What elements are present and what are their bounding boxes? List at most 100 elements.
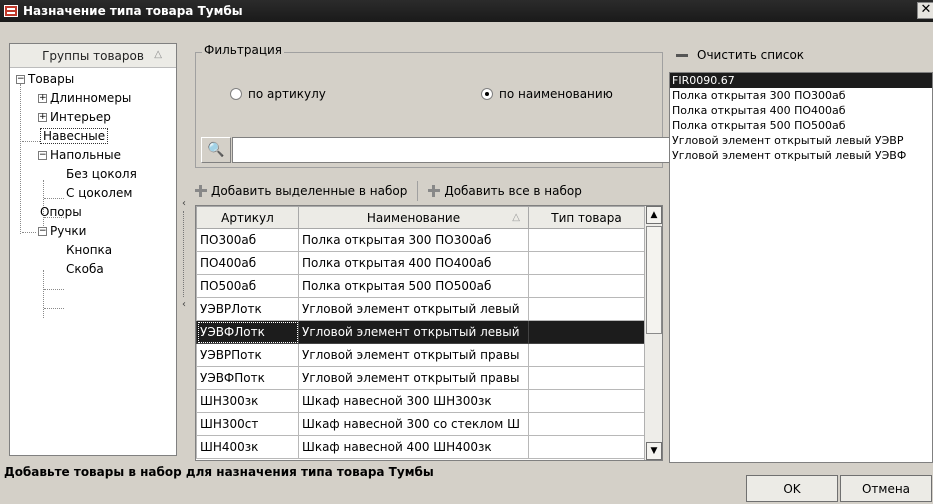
tree-item-label: Напольные [50,148,122,162]
close-button[interactable]: ✕ [917,2,933,19]
tree-item-no-plinth[interactable]: Без цоколя [66,165,137,184]
cell-name: Шкаф навесной 300 со стеклом Ш [298,412,529,436]
cell-type[interactable] [528,343,645,367]
add-icon [428,185,441,197]
minus-icon [676,53,688,57]
tree-item-goods[interactable]: − Товары [16,70,74,89]
column-header-label: Наименование [366,210,461,225]
table-row[interactable]: УЭВФПотк Угловой элемент открытый правы [196,366,645,390]
tree-connector [44,198,64,199]
list-item[interactable]: Угловой элемент открытый левый УЭВР [670,133,932,148]
tree-item-plinth[interactable]: С цоколем [66,184,132,203]
splitter-left-icon: ‹ [182,198,186,209]
list-item[interactable]: Угловой элемент открытый левый УЭВФ [670,148,932,163]
tree-connector [44,289,64,290]
table-row[interactable]: ПО400аб Полка открытая 400 ПО400аб [196,251,645,275]
cell-article: ШН300зк [196,389,299,413]
tree-connector [20,84,21,234]
tree-item-long[interactable]: + Длинномеры [38,89,131,108]
splitter-left-icon: ‹ [182,299,186,310]
selected-goods-list: FIR0090.67 Полка открытая 300 ПО300аб По… [669,72,933,463]
groups-panel: Группы товаров △ − Товары + Длинномеры + Ин… [9,43,177,456]
tree-connector [44,308,64,309]
tree-item-supports[interactable]: Опоры [40,203,82,222]
cell-type[interactable] [528,274,645,298]
cell-name: Шкаф навесной 300 ШН300зк [298,389,529,413]
cell-name: Полка открытая 400 ПО400аб [298,251,529,275]
cell-type[interactable] [528,389,645,413]
cell-name: Шкаф навесной 400 ШН400зк [298,435,529,459]
toolbar-separator [417,181,419,201]
add-toolbar: Добавить выделенные в набор Добавить все… [195,180,592,202]
grid-vertical-scrollbar[interactable]: ▲ ▼ [644,206,662,460]
tree-item-label: Скоба [66,262,104,276]
collapse-icon[interactable]: − [38,227,47,236]
table-row[interactable]: ШН400зк Шкаф навесной 400 ШН400зк [196,435,645,459]
cell-type[interactable] [528,251,645,275]
list-item[interactable]: Полка открытая 300 ПО300аб [670,88,932,103]
cell-type[interactable] [528,412,645,436]
expand-icon[interactable]: + [38,113,47,122]
cell-name: Угловой элемент открытый правы [298,366,529,390]
list-item[interactable]: Полка открытая 400 ПО400аб [670,103,932,118]
table-row[interactable]: ШН300зк Шкаф навесной 300 ШН300зк [196,389,645,413]
add-all-label: Добавить все в набор [444,184,582,198]
filter-legend: Фильтрация [202,43,285,57]
table-row[interactable]: ШН300ст Шкаф навесной 300 со стеклом Ш [196,412,645,436]
table-row-selected[interactable]: УЭВФЛотк Угловой элемент открытый левый [196,320,645,344]
tree-item-label: Без цоколя [66,167,137,181]
scroll-thumb[interactable] [646,226,662,334]
goods-grid: Артикул Наименование △ Тип товара ПО300аб… [195,205,663,461]
cell-type[interactable] [528,320,645,344]
cell-article: УЭВРЛотк [196,297,299,321]
tree-item-handles[interactable]: − Ручки [16,222,86,241]
search-input[interactable] [232,137,672,163]
radio-circle [230,88,242,100]
tree-connector [43,270,44,318]
tree-item-label: С цоколем [66,186,133,200]
table-row[interactable]: ПО300аб Полка открытая 300 ПО300аб [196,228,645,252]
list-item[interactable]: Полка открытая 500 ПО500аб [670,118,932,133]
tree-item-button[interactable]: Кнопка [66,241,112,260]
cell-article: УЭВРПотк [196,343,299,367]
add-selected-button[interactable]: Добавить выделенные в набор [195,184,407,198]
splitter-grip [183,211,185,297]
tree-item-floor[interactable]: − Напольные [38,146,121,165]
cancel-button[interactable]: Отмена [840,475,932,502]
clear-list-button[interactable]: Очистить список [676,48,804,62]
cell-name: Угловой элемент открытый правы [298,343,529,367]
tree-item-label: Ручки [50,224,87,238]
scroll-down-arrow-icon[interactable]: ▼ [646,442,662,460]
add-all-button[interactable]: Добавить все в набор [428,184,582,198]
cell-type[interactable] [528,366,645,390]
tree-item-wall[interactable]: Навесные [40,127,109,146]
expand-icon[interactable]: + [38,94,47,103]
tree-item-label: Кнопка [66,243,113,257]
collapse-icon[interactable]: − [16,75,25,84]
tree-item-interior[interactable]: + Интерьер [38,108,111,127]
scroll-up-arrow-icon[interactable]: ▲ [646,206,662,224]
collapse-icon[interactable]: − [38,151,47,160]
radio-label: по наименованию [499,87,613,101]
list-item-selected[interactable]: FIR0090.67 [670,73,932,88]
cell-type[interactable] [528,228,645,252]
radio-by-article[interactable]: по артикулу [230,87,326,101]
panel-splitter[interactable]: ‹ ‹ [180,198,188,310]
cell-type[interactable] [528,297,645,321]
table-row[interactable]: УЭВРЛотк Угловой элемент открытый левый [196,297,645,321]
column-header-article[interactable]: Артикул [196,206,299,229]
cell-article: ШН400зк [196,435,299,459]
status-message: Добавьте товары в набор для назначения т… [4,465,434,479]
groups-header[interactable]: Группы товаров △ [10,44,176,68]
tree-item-bracket[interactable]: Скоба [66,260,104,279]
window-title: Назначение типа товара Тумбы [23,4,243,18]
table-row[interactable]: УЭВРПотк Угловой элемент открытый правы [196,343,645,367]
search-button[interactable]: 🔍 [201,137,231,163]
table-row[interactable]: ПО500аб Полка открытая 500 ПО500аб [196,274,645,298]
column-header-name[interactable]: Наименование △ [298,206,529,229]
dialog-window: Назначение типа товара Тумбы ✕ Группы то… [0,0,933,504]
column-header-type[interactable]: Тип товара [528,206,645,229]
radio-by-name[interactable]: по наименованию [481,87,613,101]
ok-button[interactable]: OK [746,475,838,502]
cell-type[interactable] [528,435,645,459]
